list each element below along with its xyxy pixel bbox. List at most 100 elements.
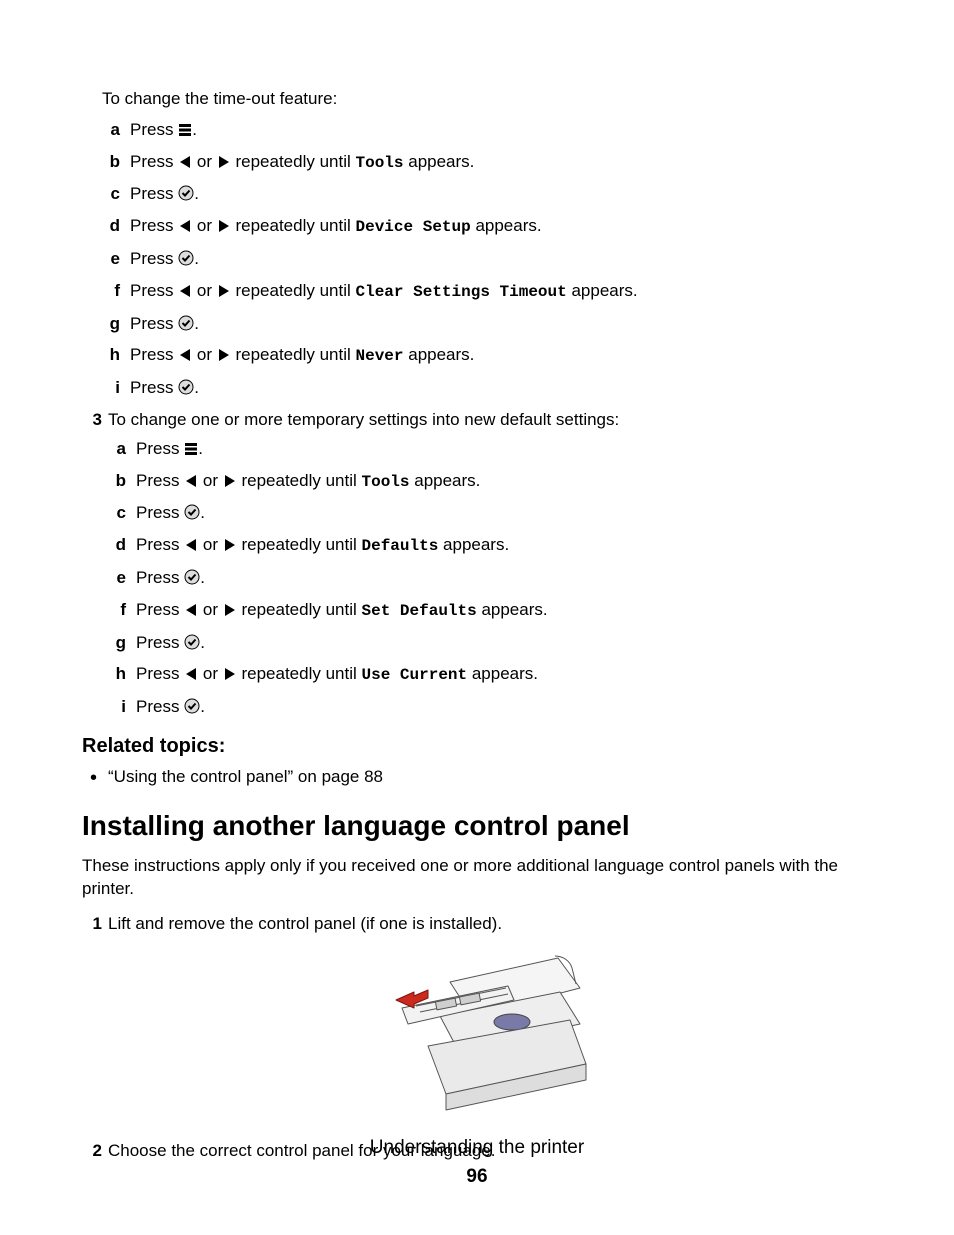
right-triangle-icon <box>217 219 231 233</box>
mono: Tools <box>362 473 410 491</box>
step-g: g Press . <box>108 632 872 655</box>
text: Press <box>130 120 178 139</box>
step-c: c Press . <box>108 502 872 525</box>
install-step-1: 1 Lift and remove the control panel (if … <box>82 913 872 1123</box>
text: repeatedly until <box>237 664 362 683</box>
text: Press <box>136 697 184 716</box>
text: Press <box>130 314 178 333</box>
text: Press <box>136 568 184 587</box>
marker-f: f <box>102 280 120 303</box>
text: repeatedly until <box>231 152 356 171</box>
section-intro: These instructions apply only if you rec… <box>82 855 872 901</box>
text: . <box>194 314 199 333</box>
right-triangle-icon <box>223 603 237 617</box>
check-icon <box>178 250 194 266</box>
text: appears. <box>404 152 475 171</box>
marker-a: a <box>102 119 120 142</box>
left-triangle-icon <box>184 538 198 552</box>
text: appears. <box>477 600 548 619</box>
text: Press <box>130 249 178 268</box>
timeout-intro: To change the time-out feature: <box>102 88 872 111</box>
document-page: To change the time-out feature: a Press … <box>0 0 954 1235</box>
text: appears. <box>438 535 509 554</box>
check-icon <box>184 698 200 714</box>
marker-1: 1 <box>82 913 102 936</box>
step-d: d Press or repeatedly until Device Setup… <box>102 215 872 239</box>
text: Press <box>136 503 184 522</box>
page-footer: Understanding the printer 96 <box>0 1135 954 1190</box>
related-topics-heading: Related topics: <box>82 733 872 760</box>
text: Press <box>130 281 178 300</box>
marker-a: a <box>108 438 126 461</box>
step-i: i Press . <box>102 377 872 400</box>
marker-d: d <box>108 534 126 557</box>
right-triangle-icon <box>217 155 231 169</box>
marker-h: h <box>102 344 120 367</box>
marker-e: e <box>108 567 126 590</box>
text: or <box>198 471 223 490</box>
text: Press <box>136 664 184 683</box>
step-b: b Press or repeatedly until Tools appear… <box>108 470 872 494</box>
text: . <box>200 568 205 587</box>
text: Press <box>136 535 184 554</box>
text: . <box>194 378 199 397</box>
marker-e: e <box>102 248 120 271</box>
menu-icon <box>178 123 192 137</box>
marker-i: i <box>108 696 126 719</box>
text: Press <box>136 600 184 619</box>
related-item-text: “Using the control panel” on page 88 <box>108 767 383 786</box>
menu-icon <box>184 442 198 456</box>
right-triangle-icon <box>217 284 231 298</box>
mono: Set Defaults <box>362 602 477 620</box>
step-a: a Press . <box>102 119 872 142</box>
text: repeatedly until <box>231 281 356 300</box>
left-triangle-icon <box>184 474 198 488</box>
marker-b: b <box>108 470 126 493</box>
check-icon <box>184 569 200 585</box>
left-triangle-icon <box>178 348 192 362</box>
right-triangle-icon <box>223 474 237 488</box>
step-f: f Press or repeatedly until Set Defaults… <box>108 599 872 623</box>
step-f: f Press or repeatedly until Clear Settin… <box>102 280 872 304</box>
marker-g: g <box>102 313 120 336</box>
text: or <box>192 281 217 300</box>
left-triangle-icon <box>178 219 192 233</box>
text: repeatedly until <box>237 471 362 490</box>
footer-page-number: 96 <box>0 1164 954 1190</box>
marker-c: c <box>108 502 126 525</box>
text: appears. <box>567 281 638 300</box>
step-b: b Press or repeatedly until Tools appear… <box>102 151 872 175</box>
install-steps: 1 Lift and remove the control panel (if … <box>82 913 872 1164</box>
text: or <box>198 600 223 619</box>
install-step1-text: Lift and remove the control panel (if on… <box>108 914 502 933</box>
text: appears. <box>410 471 481 490</box>
step3-text: To change one or more temporary settings… <box>108 410 619 429</box>
related-item: “Using the control panel” on page 88 <box>82 766 872 789</box>
step-h: h Press or repeatedly until Use Current … <box>108 663 872 687</box>
text: . <box>198 439 203 458</box>
text: repeatedly until <box>231 216 356 235</box>
text: appears. <box>467 664 538 683</box>
defaults-steps: a Press . b Press or repeatedly until To… <box>108 438 872 719</box>
timeout-steps: a Press . b Press or repeatedly until To… <box>102 119 872 400</box>
marker-i: i <box>102 377 120 400</box>
left-triangle-icon <box>184 603 198 617</box>
footer-title: Understanding the printer <box>0 1135 954 1161</box>
step-h: h Press or repeatedly until Never appear… <box>102 344 872 368</box>
text: Press <box>130 378 178 397</box>
text: . <box>194 249 199 268</box>
step-c: c Press . <box>102 183 872 206</box>
text: repeatedly until <box>237 535 362 554</box>
text: Press <box>130 184 178 203</box>
marker-c: c <box>102 183 120 206</box>
check-icon <box>184 504 200 520</box>
right-triangle-icon <box>217 348 231 362</box>
left-triangle-icon <box>184 667 198 681</box>
right-triangle-icon <box>223 538 237 552</box>
text: appears. <box>404 345 475 364</box>
left-triangle-icon <box>178 284 192 298</box>
text: repeatedly until <box>237 600 362 619</box>
text: or <box>198 535 223 554</box>
printer-illustration <box>108 946 872 1123</box>
step-i: i Press . <box>108 696 872 719</box>
